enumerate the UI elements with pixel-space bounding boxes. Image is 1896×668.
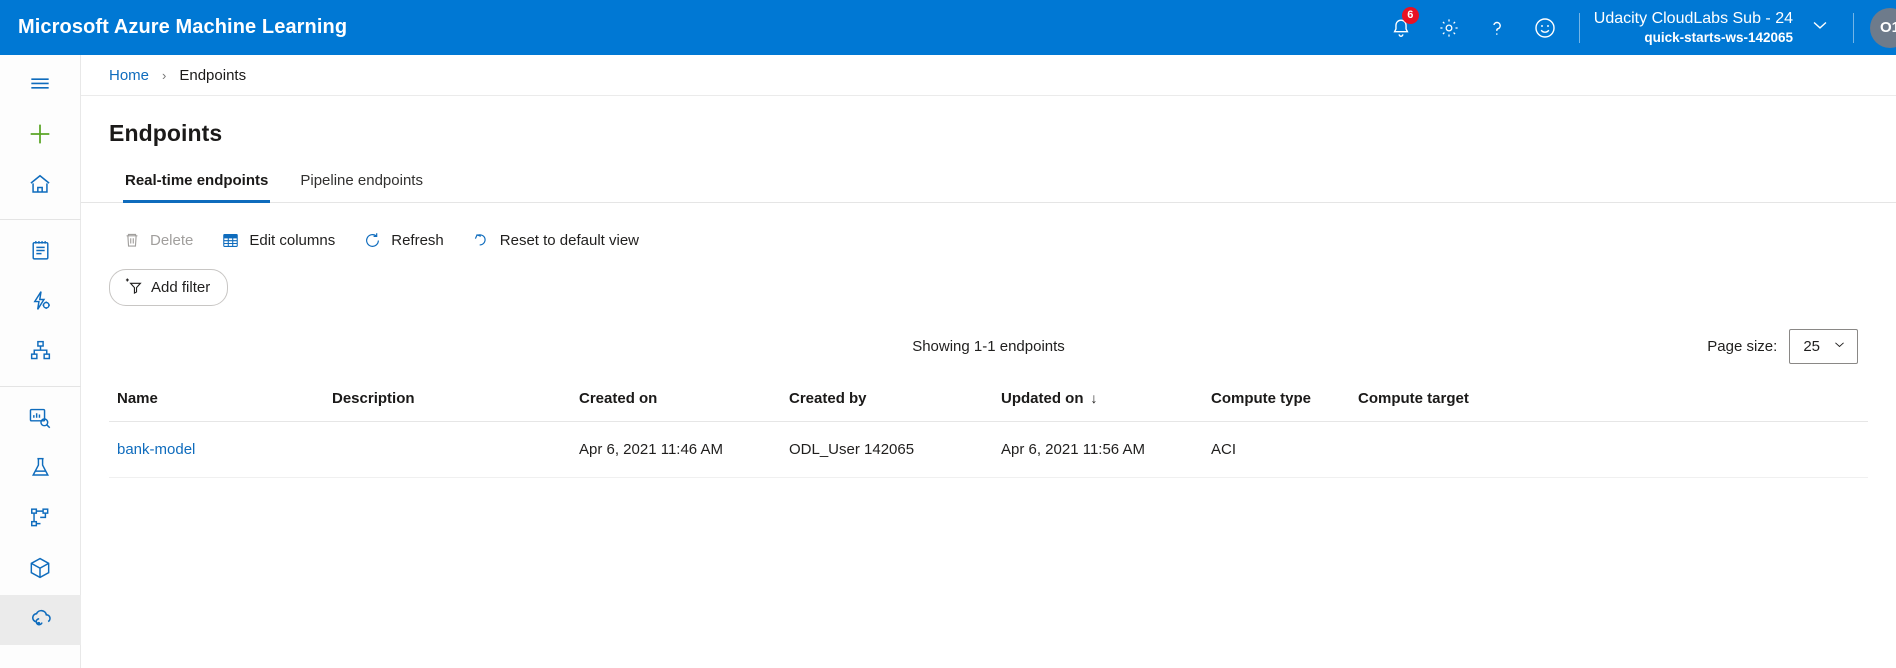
- column-header-compute-type[interactable]: Compute type: [1203, 382, 1350, 422]
- lightning-gear-icon: [28, 288, 53, 318]
- edit-columns-label: Edit columns: [249, 231, 336, 249]
- column-header-updated-on[interactable]: Updated on ↓: [993, 382, 1203, 422]
- account-dropdown-button[interactable]: [1797, 0, 1843, 55]
- account-subscription-label: Udacity CloudLabs Sub - 24: [1593, 10, 1793, 27]
- add-filter-button[interactable]: Add filter: [109, 269, 229, 306]
- reset-to-default-view-label: Reset to default view: [499, 231, 640, 249]
- rail-divider-1: [0, 219, 81, 220]
- add-filter-icon: [123, 276, 144, 299]
- breadcrumb: Home › Endpoints: [81, 55, 1896, 96]
- breadcrumb-separator-icon: ›: [162, 67, 167, 83]
- sidebar-item-create-new[interactable]: [0, 111, 81, 161]
- endpoint-tabs: Real-time endpoints Pipeline endpoints: [81, 166, 1896, 203]
- notebook-icon: [28, 238, 53, 268]
- endpoints-table: Name Description Created on Created by U…: [109, 382, 1868, 478]
- cell-compute-type: ACI: [1203, 421, 1350, 478]
- add-filter-label: Add filter: [151, 279, 211, 296]
- smiley-face-icon: [1533, 16, 1557, 40]
- sidebar-item-endpoints[interactable]: [0, 595, 81, 645]
- hierarchy-icon: [28, 338, 53, 368]
- notification-count-badge: 6: [1401, 7, 1419, 24]
- breadcrumb-home-link[interactable]: Home: [109, 67, 149, 84]
- cell-name: bank-model: [109, 421, 324, 478]
- cell-created-on: Apr 6, 2021 11:46 AM: [571, 421, 781, 478]
- main-content-area: Home › Endpoints Endpoints Real-time end…: [81, 55, 1896, 668]
- pipeline-icon: [28, 505, 53, 535]
- header-actions: 6 Udacity CloudLabs Sub - 24 quick-start…: [1377, 0, 1896, 55]
- page-size-value: 25: [1803, 337, 1820, 355]
- column-header-updated-on-label: Updated on: [1001, 390, 1084, 407]
- reset-to-default-view-button[interactable]: Reset to default view: [458, 225, 653, 256]
- delete-button[interactable]: Delete: [109, 225, 207, 255]
- table-columns-icon: [221, 231, 240, 250]
- notifications-button[interactable]: 6: [1377, 0, 1425, 55]
- help-button[interactable]: [1473, 0, 1521, 55]
- header-divider: [1578, 12, 1580, 43]
- cloud-endpoint-icon: [27, 604, 54, 636]
- grid-info-row: Showing 1-1 endpoints Page size: 25: [81, 320, 1896, 372]
- chevron-down-icon: [1832, 337, 1847, 356]
- cell-description: [324, 421, 571, 478]
- cell-updated-on: Apr 6, 2021 11:56 AM: [993, 421, 1203, 478]
- column-header-description[interactable]: Description: [324, 382, 571, 422]
- filter-row: Add filter: [81, 269, 1896, 306]
- plus-icon: [26, 120, 54, 153]
- column-header-name[interactable]: Name: [109, 382, 324, 422]
- hamburger-menu-icon: [27, 71, 53, 102]
- tab-pipeline-endpoints[interactable]: Pipeline endpoints: [284, 166, 439, 202]
- question-mark-icon: [1486, 17, 1508, 39]
- account-info[interactable]: Udacity CloudLabs Sub - 24 quick-starts-…: [1590, 0, 1797, 55]
- account-workspace-label: quick-starts-ws-142065: [1644, 30, 1793, 45]
- chevron-down-icon: [1809, 14, 1831, 41]
- rail-divider-2: [0, 386, 81, 387]
- undo-arrow-icon: [472, 231, 491, 250]
- gear-icon: [1438, 17, 1460, 39]
- sidebar-item-experiments[interactable]: [0, 445, 81, 495]
- page-size-label: Page size:: [1707, 337, 1778, 355]
- avatar[interactable]: O1: [1870, 7, 1896, 48]
- endpoints-table-wrapper: Name Description Created on Created by U…: [81, 382, 1896, 478]
- left-navigation-rail: [0, 55, 81, 668]
- dataset-search-icon: [27, 405, 53, 436]
- sidebar-item-hamburger-menu[interactable]: [0, 61, 81, 111]
- cell-created-by: ODL_User 142065: [781, 421, 993, 478]
- feedback-button[interactable]: [1521, 0, 1569, 55]
- sidebar-item-automated-ml[interactable]: [0, 278, 81, 328]
- sidebar-item-datasets[interactable]: [0, 395, 81, 445]
- column-header-created-on[interactable]: Created on: [571, 382, 781, 422]
- page-size-dropdown[interactable]: 25: [1789, 328, 1858, 364]
- table-header-row: Name Description Created on Created by U…: [109, 382, 1868, 422]
- cube-icon: [27, 555, 53, 586]
- header-divider-2: [1853, 12, 1854, 43]
- column-header-compute-target[interactable]: Compute target: [1350, 382, 1868, 422]
- endpoint-name-link[interactable]: bank-model: [117, 441, 195, 458]
- edit-columns-button[interactable]: Edit columns: [207, 225, 349, 256]
- trash-icon: [123, 231, 141, 249]
- command-bar: Delete Edit columns Refresh Reset to def…: [81, 217, 1896, 263]
- sort-descending-icon: ↓: [1090, 390, 1098, 406]
- cell-compute-target: [1350, 421, 1868, 478]
- table-row[interactable]: bank-model Apr 6, 2021 11:46 AM ODL_User…: [109, 421, 1868, 478]
- sidebar-item-notebooks[interactable]: [0, 228, 81, 278]
- sidebar-item-pipelines[interactable]: [0, 495, 81, 545]
- refresh-icon: [363, 231, 382, 250]
- refresh-button[interactable]: Refresh: [349, 225, 458, 256]
- sidebar-item-designer[interactable]: [0, 328, 81, 378]
- home-icon: [27, 171, 53, 202]
- sidebar-item-models[interactable]: [0, 545, 81, 595]
- delete-button-label: Delete: [150, 231, 194, 249]
- top-header-bar: Microsoft Azure Machine Learning 6 Udaci…: [0, 0, 1896, 55]
- settings-button[interactable]: [1425, 0, 1473, 55]
- flask-icon: [28, 455, 53, 485]
- column-header-created-by[interactable]: Created by: [781, 382, 993, 422]
- refresh-label: Refresh: [391, 231, 444, 249]
- breadcrumb-current: Endpoints: [179, 66, 247, 84]
- app-brand-title: Microsoft Azure Machine Learning: [18, 16, 348, 38]
- page-title: Endpoints: [109, 120, 223, 146]
- showing-count-label: Showing 1-1 endpoints: [912, 337, 1065, 355]
- tab-real-time-endpoints[interactable]: Real-time endpoints: [109, 166, 284, 203]
- sidebar-item-home[interactable]: [0, 161, 81, 211]
- page-size-control: Page size: 25: [1707, 328, 1858, 364]
